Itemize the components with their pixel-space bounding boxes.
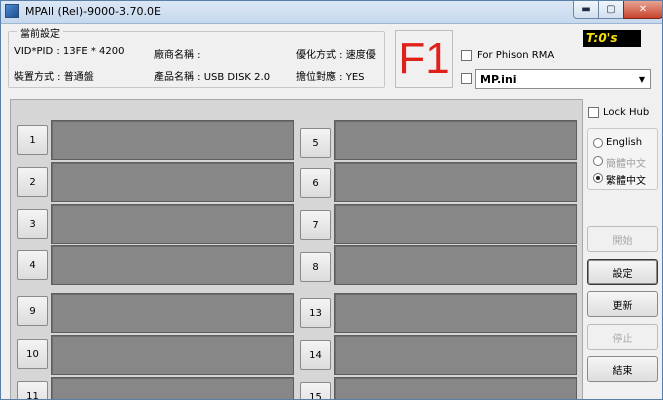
app-icon (5, 4, 19, 18)
optimize-value: 優化方式 : 速度優 (296, 50, 376, 61)
ini-file-value: MP.ini (480, 73, 517, 86)
port-button[interactable]: 3 (17, 209, 48, 239)
chevron-down-icon[interactable]: ▼ (634, 70, 650, 88)
port-button[interactable]: 13 (300, 298, 331, 328)
port-status-slot (334, 335, 577, 375)
port-button[interactable]: 6 (300, 168, 331, 198)
language-label-traditional: 繁體中文 (606, 176, 646, 187)
port-status-slot (334, 245, 577, 285)
update-button[interactable]: 更新 (587, 291, 658, 317)
ini-file-checkbox[interactable] (461, 73, 472, 84)
port-button[interactable]: 10 (17, 339, 48, 369)
vid-pid-value: VID*PID : 13FE * 4200 (14, 46, 125, 57)
language-label-simplified: 簡體中文 (606, 159, 646, 170)
language-radio-traditional[interactable] (593, 173, 603, 183)
port-button[interactable]: 1 (17, 125, 48, 155)
port-status-slot (51, 162, 294, 202)
port-panel: 1 2 3 4 9 10 11 5 6 7 8 13 14 15 (10, 99, 583, 399)
stop-button[interactable]: 停止 (587, 324, 658, 350)
minimize-button[interactable]: ▬ (573, 1, 599, 19)
lock-hub-label: Lock Hub (603, 107, 650, 118)
ini-file-select[interactable]: MP.ini ▼ (475, 69, 651, 89)
lock-hub-checkbox[interactable] (588, 107, 599, 118)
port-status-slot (51, 120, 294, 160)
port-status-slot (334, 204, 577, 244)
port-button[interactable]: 11 (17, 381, 48, 399)
language-radio-english[interactable] (593, 138, 603, 148)
language-label-english: English (606, 137, 643, 148)
port-button[interactable]: 2 (17, 167, 48, 197)
window-title: MPAll (Rel)-9000-3.70.0E (25, 5, 161, 18)
language-group: English 簡體中文 繁體中文 (587, 128, 658, 190)
port-button[interactable]: 8 (300, 252, 331, 282)
close-button[interactable]: ✕ (623, 1, 662, 19)
language-radio-simplified[interactable] (593, 156, 603, 166)
port-status-slot (51, 335, 294, 375)
port-button[interactable]: 4 (17, 250, 48, 280)
f-code-display: F1 (395, 30, 453, 88)
settings-button[interactable]: 設定 (587, 259, 658, 285)
title-bar[interactable]: MPAll (Rel)-9000-3.70.0E ▬ ▢ ✕ (1, 1, 662, 24)
manufacturer-value: 廠商名稱 : (154, 50, 201, 61)
current-settings-group: 當前設定 VID*PID : 13FE * 4200 廠商名稱 : 優化方式 :… (8, 25, 385, 88)
current-settings-legend: 當前設定 (17, 25, 63, 40)
port-button[interactable]: 5 (300, 128, 331, 158)
port-status-slot (334, 120, 577, 160)
port-status-slot (51, 245, 294, 285)
product-name-value: 產品名稱 : USB DISK 2.0 (154, 72, 271, 83)
port-status-slot (334, 162, 577, 202)
phison-rma-checkbox[interactable] (461, 50, 472, 61)
port-button[interactable]: 14 (300, 340, 331, 370)
port-status-slot (51, 293, 294, 333)
install-mode-value: 裝置方式 : 普通盤 (14, 72, 94, 83)
start-button[interactable]: 開始 (587, 226, 658, 252)
exit-button[interactable]: 結束 (587, 356, 658, 382)
timer-display: T:0's (583, 30, 641, 47)
app-window: MPAll (Rel)-9000-3.70.0E ▬ ▢ ✕ 當前設定 VID*… (0, 0, 663, 400)
port-status-slot (334, 293, 577, 333)
phison-rma-label: For Phison RMA (477, 50, 555, 61)
port-button[interactable]: 15 (300, 382, 331, 399)
maximize-button[interactable]: ▢ (598, 1, 624, 19)
port-status-slot (334, 377, 577, 399)
port-button[interactable]: 9 (17, 296, 48, 326)
port-status-slot (51, 204, 294, 244)
port-status-slot (51, 377, 294, 399)
port-mapping-value: 擔位對應 : YES (296, 72, 365, 83)
port-button[interactable]: 7 (300, 210, 331, 240)
